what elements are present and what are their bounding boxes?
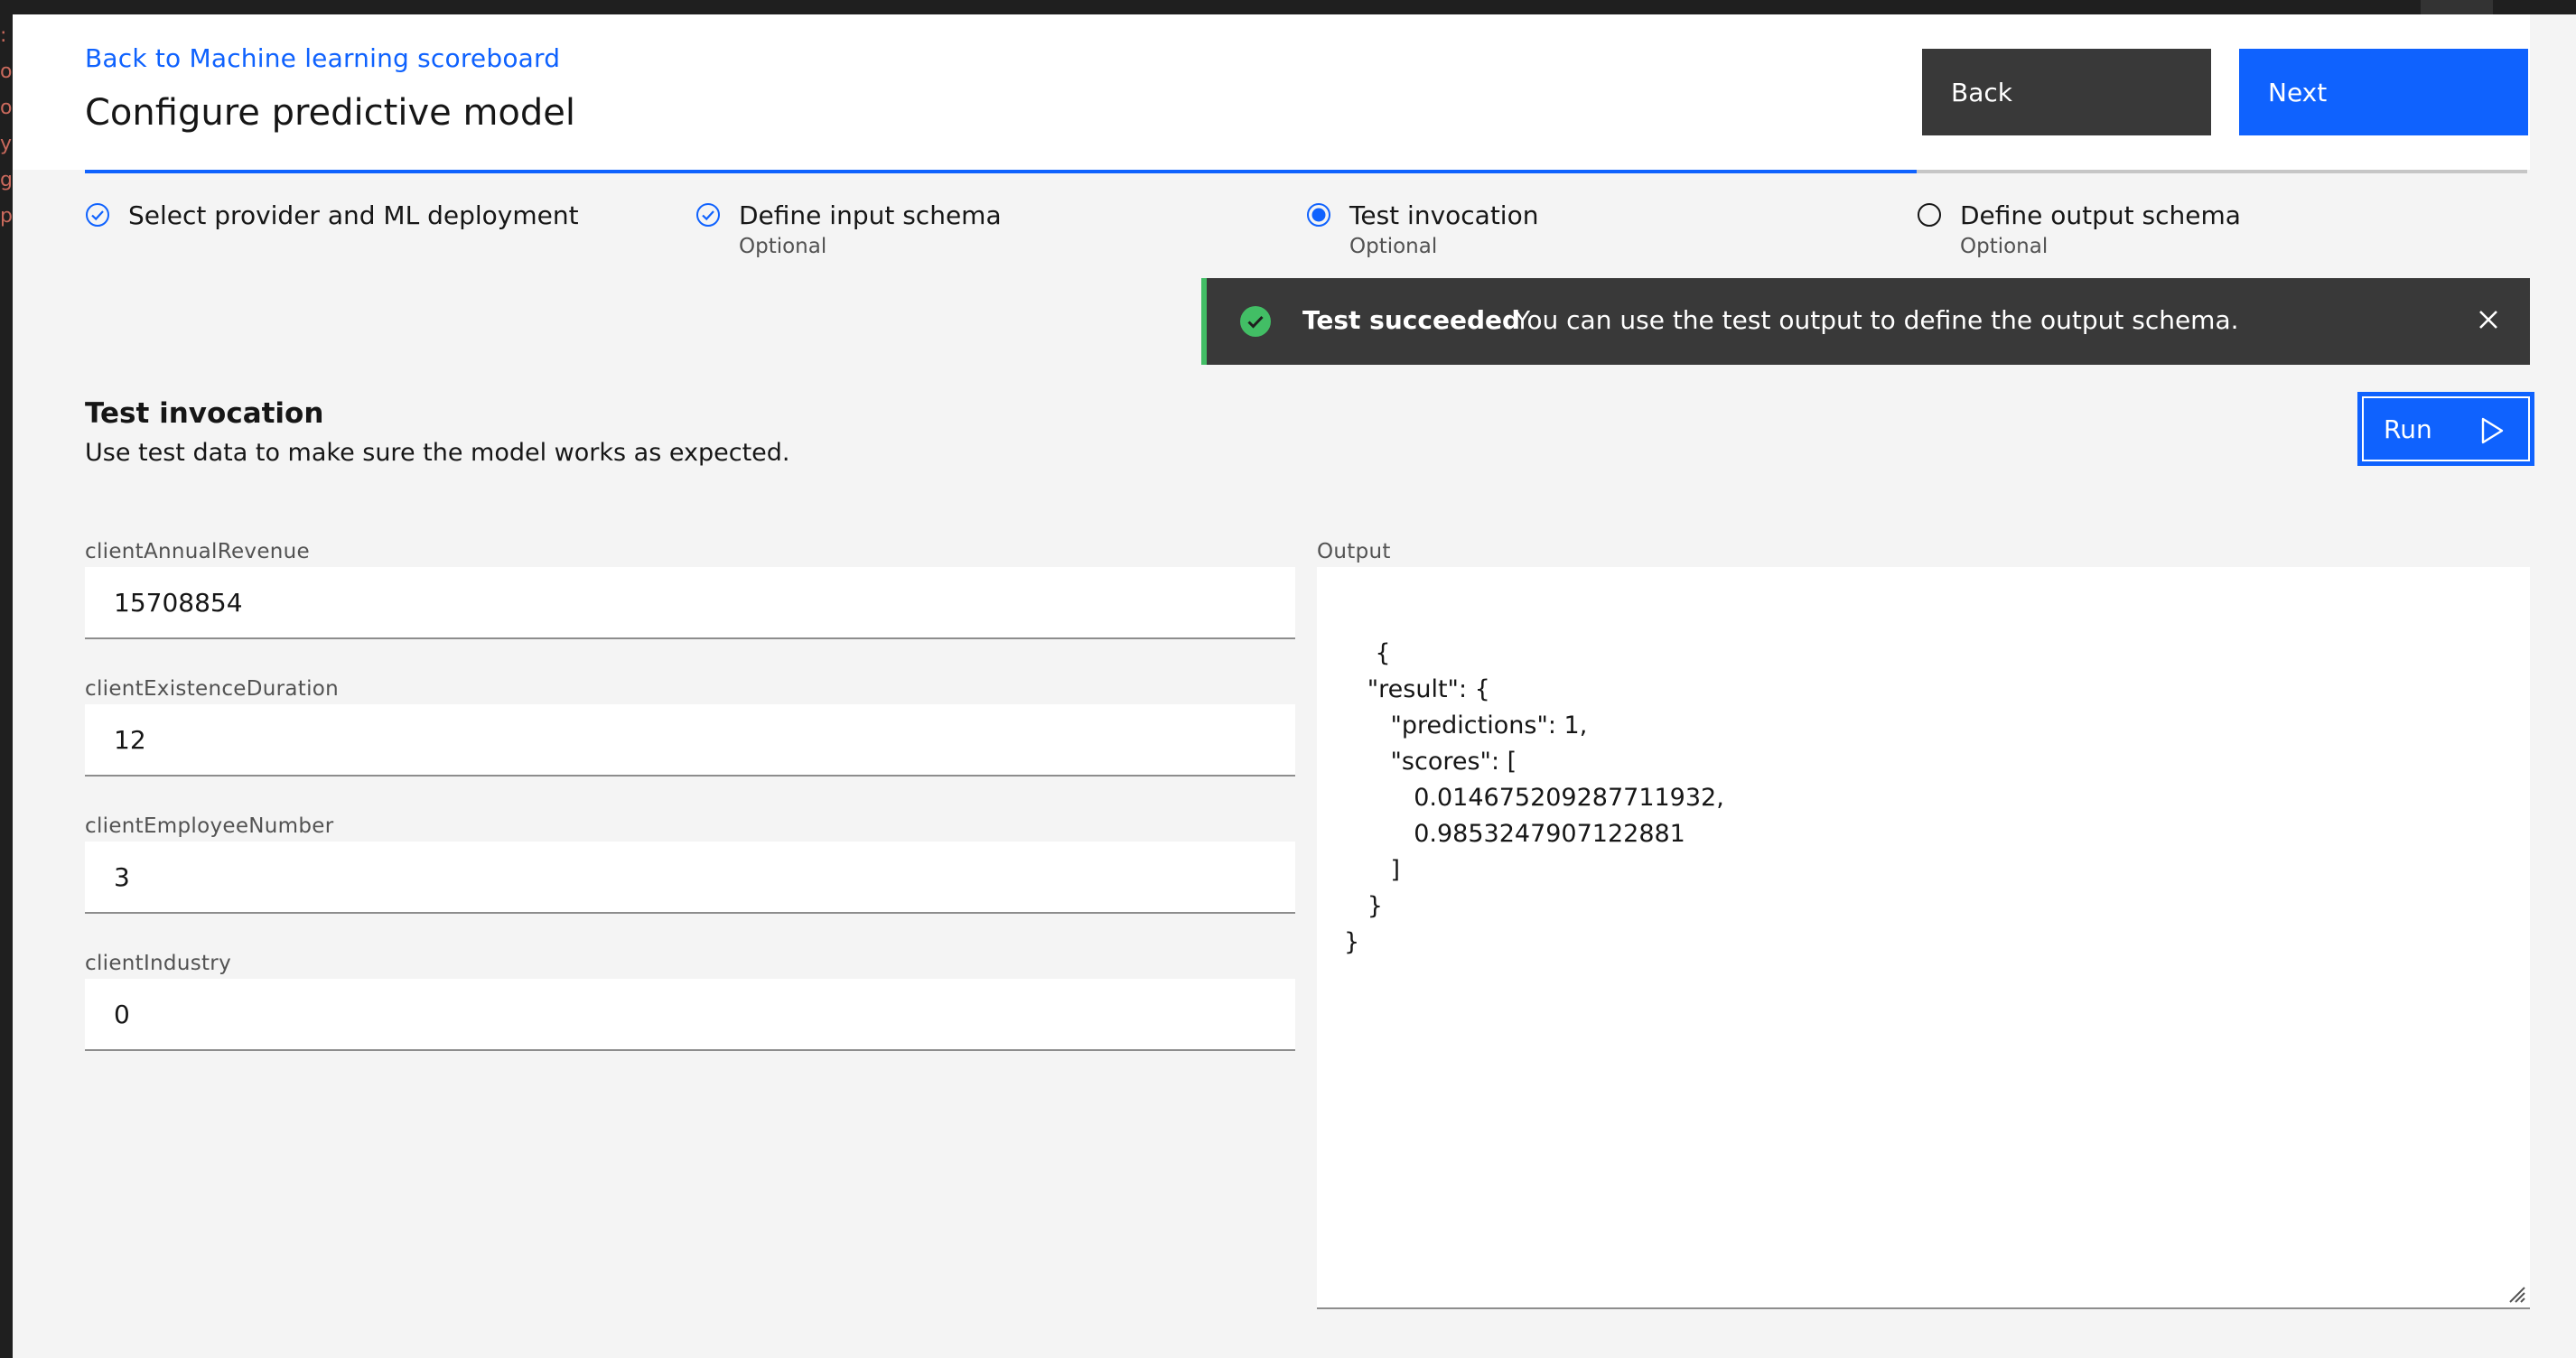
- step-optional-label: Optional: [739, 235, 827, 258]
- step-label: Define output schema: [1960, 200, 2241, 230]
- current-step-icon: [1307, 203, 1330, 227]
- client-industry-input[interactable]: [85, 979, 1295, 1051]
- background-window-left: : o o y g p: [0, 0, 13, 1358]
- notification-message: You can use the test output to define th…: [1515, 305, 2239, 335]
- client-annual-revenue-input[interactable]: [85, 567, 1295, 639]
- output-textarea[interactable]: { "result": { "predictions": 1, "scores"…: [1317, 567, 2530, 1309]
- checkmark-outline-icon: [696, 203, 720, 227]
- background-tab: [2421, 0, 2493, 14]
- checkmark-filled-icon: [1240, 306, 1271, 337]
- step-optional-label: Optional: [1349, 235, 1438, 258]
- output-label: Output: [1317, 540, 1391, 563]
- section-title: Test invocation: [85, 397, 324, 430]
- run-button[interactable]: Run: [2357, 392, 2534, 466]
- field-label-client-annual-revenue: clientAnnualRevenue: [85, 540, 310, 563]
- step-bar: [1917, 170, 2527, 173]
- next-button[interactable]: Next: [2239, 49, 2528, 135]
- step-bar: [1306, 170, 1917, 173]
- page-title: Configure predictive model: [85, 92, 575, 134]
- progress-indicator: Select provider and ML deployment Define…: [85, 170, 2530, 269]
- field-label-client-industry: clientIndustry: [85, 952, 231, 975]
- configure-model-dialog: Back to Machine learning scoreboard Conf…: [13, 14, 2576, 1358]
- client-employee-number-input[interactable]: [85, 842, 1295, 914]
- notification-title: Test succeeded: [1302, 305, 1521, 335]
- step-bar: [695, 170, 1306, 173]
- success-notification: Test succeeded You can use the test outp…: [1201, 278, 2530, 365]
- output-json-text: { "result": { "predictions": 1, "scores"…: [1344, 639, 1724, 956]
- section-description: Use test data to make sure the model wor…: [85, 439, 790, 467]
- play-icon: [2481, 417, 2504, 444]
- field-label-client-existence-duration: clientExistenceDuration: [85, 677, 340, 701]
- back-to-scoreboard-link[interactable]: Back to Machine learning scoreboard: [85, 43, 560, 73]
- back-button[interactable]: Back: [1922, 49, 2211, 135]
- resize-handle-icon[interactable]: [2505, 1282, 2526, 1304]
- client-existence-duration-input[interactable]: [85, 704, 1295, 777]
- background-window-top: [0, 0, 2576, 14]
- run-button-label: Run: [2384, 414, 2432, 444]
- close-icon[interactable]: [2470, 302, 2506, 338]
- step-bar: [85, 170, 695, 173]
- step-label: Test invocation: [1349, 200, 1539, 230]
- step-select-provider[interactable]: Select provider and ML deployment: [85, 170, 695, 269]
- step-test-invocation[interactable]: Test invocation Optional: [1306, 170, 1917, 269]
- field-label-client-employee-number: clientEmployeeNumber: [85, 814, 334, 838]
- dialog-header: Back to Machine learning scoreboard Conf…: [13, 14, 2530, 170]
- step-label: Select provider and ML deployment: [128, 200, 579, 230]
- checkmark-outline-icon: [86, 203, 109, 227]
- step-optional-label: Optional: [1960, 235, 2049, 258]
- step-label: Define input schema: [739, 200, 1002, 230]
- step-define-output-schema[interactable]: Define output schema Optional: [1917, 170, 2527, 269]
- incomplete-circle-icon: [1918, 203, 1941, 227]
- step-define-input-schema[interactable]: Define input schema Optional: [695, 170, 1306, 269]
